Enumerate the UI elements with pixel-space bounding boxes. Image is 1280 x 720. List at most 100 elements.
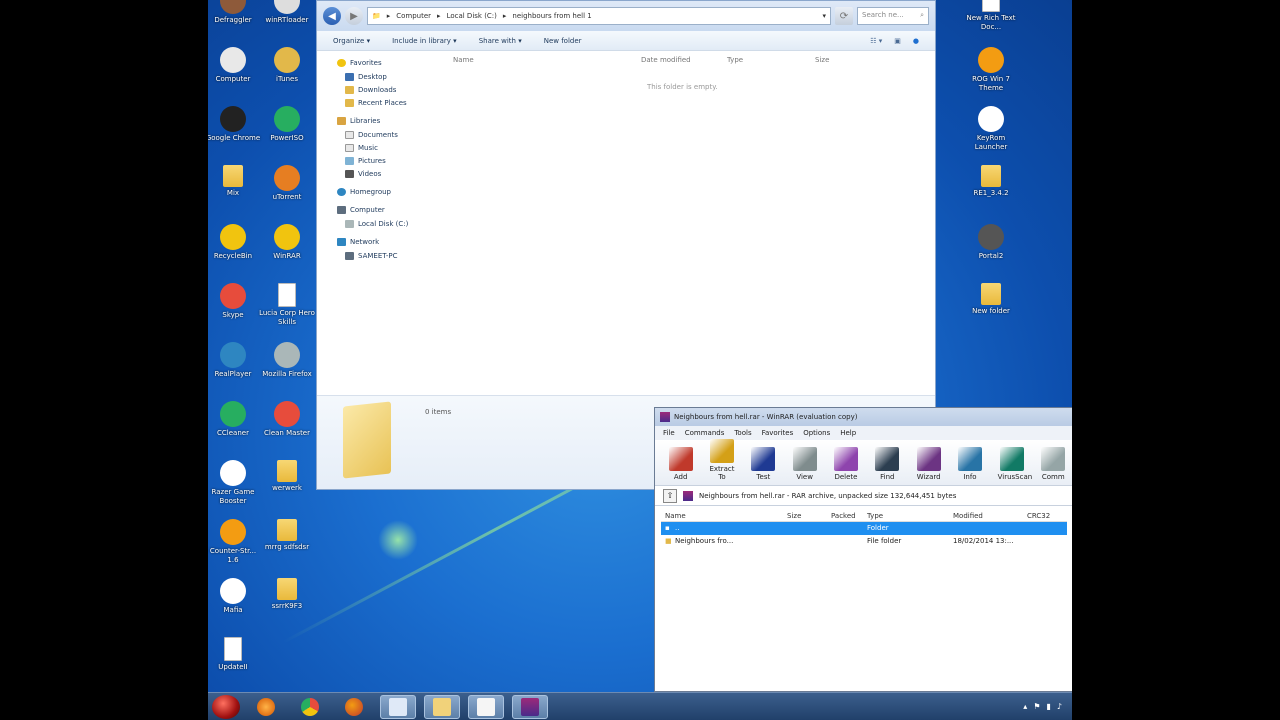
menu-help[interactable]: Help <box>840 429 856 437</box>
nav-item-videos[interactable]: Videos <box>337 170 447 178</box>
back-button[interactable]: ◀ <box>323 7 341 25</box>
archive-row-parent[interactable]: ▪ .. Folder <box>661 522 1067 535</box>
forward-button[interactable]: ▶ <box>345 7 363 25</box>
up-folder-button[interactable]: ⇧ <box>663 488 677 503</box>
taskbar-explorer[interactable] <box>424 694 460 719</box>
nav-favorites[interactable]: Favorites <box>337 59 447 67</box>
share-with-button[interactable]: Share with ▾ <box>479 37 522 45</box>
desktop-icon-winrar[interactable]: WinRAR <box>259 224 315 261</box>
desktop-icon-counter-strike[interactable]: Counter-Str... 1.6 <box>208 519 261 565</box>
tool-info-button[interactable]: Info <box>956 447 983 481</box>
taskbar-chrome[interactable] <box>292 695 328 719</box>
column-size[interactable]: Size <box>787 512 801 520</box>
desktop-icon-re1-folder[interactable]: RE1_3.4.2 <box>963 165 1019 198</box>
desktop-icon-ssrr-folder[interactable]: ssrrK9F3 <box>259 578 315 611</box>
nav-item-documents[interactable]: Documents <box>337 131 447 139</box>
view-options-icon[interactable]: ☷ ▾ <box>870 37 882 45</box>
desktop-icon-realplayer[interactable]: RealPlayer <box>208 342 261 379</box>
nav-item-downloads[interactable]: Downloads <box>337 86 447 94</box>
taskbar-document[interactable] <box>468 694 504 719</box>
tool-wizard-button[interactable]: Wizard <box>915 447 942 481</box>
desktop-icon-new-folder[interactable]: New folder <box>963 283 1019 316</box>
desktop-icon-mix-folder[interactable]: Mix <box>208 165 261 198</box>
tool-find-button[interactable]: Find <box>874 447 901 481</box>
desktop-icon-mrrg-folder[interactable]: mrrg sdfsdsr <box>259 519 315 552</box>
desktop-icon-mafia[interactable]: Mafia <box>208 578 261 615</box>
column-modified[interactable]: Modified <box>953 512 983 520</box>
archive-row-neighbours[interactable]: ■ Neighbours fro... File folder 18/02/20… <box>661 535 1067 548</box>
tray-volume-icon[interactable]: ♪ <box>1057 702 1062 711</box>
desktop-icon-keyrom-launcher[interactable]: KeyRom Launcher <box>963 106 1019 152</box>
desktop-icon-utorrent[interactable]: uTorrent <box>259 165 315 202</box>
address-bar[interactable]: 📁 ▸ Computer ▸ Local Disk (C:) ▸ neighbo… <box>367 7 831 25</box>
tool-extract-to-button[interactable]: Extract To <box>708 439 735 481</box>
breadcrumb-current-folder[interactable]: neighbours from hell 1 <box>512 12 591 20</box>
address-dropdown-icon[interactable]: ▾ <box>822 12 826 20</box>
nav-item-pictures[interactable]: Pictures <box>337 157 447 165</box>
tool-virusscan-button[interactable]: VirusScan <box>998 447 1032 481</box>
desktop-icon-computer[interactable]: Computer <box>208 47 261 84</box>
desktop-icon-itunes[interactable]: iTunes <box>259 47 315 84</box>
tool-delete-button[interactable]: Delete <box>832 447 859 481</box>
desktop-icon-defraggler[interactable]: Defraggler <box>208 0 261 25</box>
tool-add-button[interactable]: Add <box>667 447 694 481</box>
desktop-icon-lucia-doc[interactable]: Lucia Corp Hero Skills <box>259 283 315 327</box>
desktop-icon-rtf-doc[interactable]: New Rich Text Doc... <box>963 0 1019 32</box>
nav-computer[interactable]: Computer <box>337 206 447 214</box>
tool-comm-button[interactable]: Comm <box>1040 447 1067 481</box>
new-folder-button[interactable]: New folder <box>544 37 582 45</box>
nav-item-music[interactable]: Music <box>337 144 447 152</box>
winrar-titlebar[interactable]: Neighbours from hell.rar - WinRAR (evalu… <box>655 408 1072 426</box>
desktop-icon-update-doc[interactable]: UpdateII <box>208 637 261 672</box>
tray-network-icon[interactable]: ▮ <box>1046 702 1050 711</box>
column-crc32[interactable]: CRC32 <box>1027 512 1050 520</box>
desktop-icon-recycle-bin[interactable]: RecycleBin <box>208 224 261 261</box>
taskbar-winrar[interactable] <box>512 694 548 719</box>
desktop-icon-poweriso[interactable]: PowerISO <box>259 106 315 143</box>
desktop-icon-werwerk-folder[interactable]: werwerk <box>259 460 315 493</box>
desktop-icon-skype[interactable]: Skype <box>208 283 261 320</box>
tool-view-button[interactable]: View <box>791 447 818 481</box>
search-input[interactable]: Search ne... ⌕ <box>857 7 929 25</box>
desktop-icon-portal2[interactable]: Portal2 <box>963 224 1019 261</box>
desktop-icon-rog-theme[interactable]: ROG Win 7 Theme <box>963 47 1019 93</box>
menu-tools[interactable]: Tools <box>734 429 751 437</box>
preview-pane-icon[interactable]: ▣ <box>894 37 901 45</box>
help-icon[interactable]: ● <box>913 37 919 45</box>
menu-file[interactable]: File <box>663 429 675 437</box>
desktop-icon-google-chrome[interactable]: Google Chrome <box>208 106 261 143</box>
organize-button[interactable]: Organize ▾ <box>333 37 370 45</box>
desktop-icon-game-booster[interactable]: Razer Game Booster <box>208 460 261 506</box>
menu-commands[interactable]: Commands <box>685 429 725 437</box>
menu-options[interactable]: Options <box>803 429 830 437</box>
desktop-icon-clean-master[interactable]: Clean Master <box>259 401 315 438</box>
file-list[interactable]: Name Date modified Type Size This folder… <box>447 51 935 397</box>
nav-item-sameet-pc[interactable]: SAMEET-PC <box>337 252 447 260</box>
desktop-icon-ccleaner[interactable]: CCleaner <box>208 401 261 438</box>
column-type[interactable]: Type <box>727 56 743 64</box>
taskbar-media-player[interactable] <box>248 695 284 719</box>
column-size[interactable]: Size <box>815 56 829 64</box>
refresh-button[interactable]: ⟳ <box>835 7 853 25</box>
menu-favorites[interactable]: Favorites <box>762 429 794 437</box>
breadcrumb-computer[interactable]: Computer <box>396 12 431 20</box>
winrar-window[interactable]: Neighbours from hell.rar - WinRAR (evalu… <box>654 407 1072 692</box>
column-date-modified[interactable]: Date modified <box>641 56 691 64</box>
tool-test-button[interactable]: Test <box>750 447 777 481</box>
desktop-icon-firefox[interactable]: Mozilla Firefox <box>259 342 315 379</box>
desktop-icon-winrtloader[interactable]: winRTloader <box>259 0 315 25</box>
column-type[interactable]: Type <box>867 512 883 520</box>
column-packed[interactable]: Packed <box>831 512 856 520</box>
nav-item-local-disk[interactable]: Local Disk (C:) <box>337 220 447 228</box>
column-name[interactable]: Name <box>453 56 474 64</box>
tray-arrow-icon[interactable]: ▴ <box>1023 702 1027 711</box>
nav-homegroup[interactable]: Homegroup <box>337 188 447 196</box>
start-button[interactable] <box>212 694 240 719</box>
nav-item-recent-places[interactable]: Recent Places <box>337 99 447 107</box>
archive-file-list[interactable]: Name Size Packed Type Modified CRC32 ▪ .… <box>655 506 1072 552</box>
tray-flag-icon[interactable]: ⚑ <box>1033 702 1040 711</box>
include-in-library-button[interactable]: Include in library ▾ <box>392 37 457 45</box>
nav-item-desktop[interactable]: Desktop <box>337 73 447 81</box>
nav-libraries[interactable]: Libraries <box>337 117 447 125</box>
taskbar-app-window[interactable] <box>380 694 416 719</box>
